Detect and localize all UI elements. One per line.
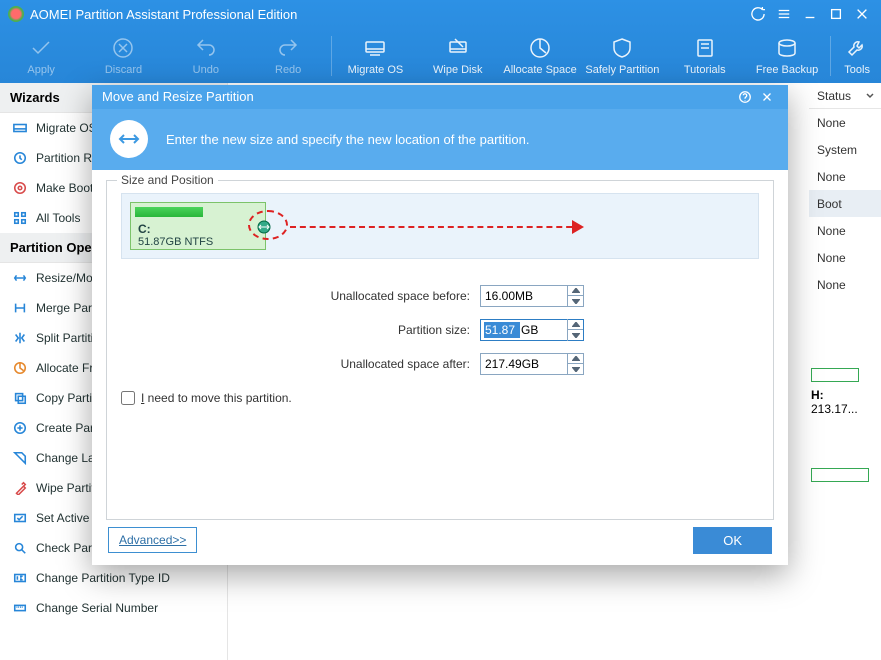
drive-tile[interactable]: H: 213.17...: [811, 368, 869, 416]
fieldset-legend: Size and Position: [117, 173, 218, 187]
grid-icon: [12, 210, 28, 226]
move-partition-checkbox[interactable]: [121, 391, 135, 405]
input-space-after[interactable]: [481, 354, 561, 374]
free-backup-button[interactable]: Free Backup: [746, 32, 828, 76]
resize-icon: [12, 270, 28, 286]
tools-button[interactable]: Tools: [833, 32, 881, 76]
sidebar-item-type-id[interactable]: Change Partition Type ID: [0, 563, 227, 593]
status-row[interactable]: None: [809, 109, 881, 136]
status-row[interactable]: None: [809, 163, 881, 190]
search-icon: [12, 540, 28, 556]
refresh-icon[interactable]: [747, 3, 769, 25]
dialog-titlebar: Move and Resize Partition: [92, 85, 788, 109]
drive-size: 213.17...: [811, 402, 869, 416]
partition-letter: C:: [138, 222, 213, 236]
label-partition-size: Partition size:: [200, 323, 470, 337]
drive-bar-empty: [811, 468, 869, 482]
id-icon: [12, 570, 28, 586]
safely-partition-button[interactable]: Safely Partition: [581, 32, 663, 76]
main-toolbar: Apply Discard Undo Redo Migrate OS Wipe …: [0, 28, 881, 83]
dialog-banner-text: Enter the new size and specify the new l…: [166, 132, 530, 147]
resize-partition-dialog: Move and Resize Partition Enter the new …: [92, 85, 788, 565]
menu-icon[interactable]: [773, 3, 795, 25]
drag-handle-icon[interactable]: [255, 218, 273, 236]
copy-icon: [12, 390, 28, 406]
dialog-footer: Advanced>> OK: [92, 524, 788, 565]
chevron-down-icon: [865, 91, 875, 101]
dialog-banner: Enter the new size and specify the new l…: [92, 109, 788, 170]
label-space-before: Unallocated space before:: [200, 289, 470, 303]
resize-banner-icon: [110, 120, 148, 158]
tutorials-button[interactable]: Tutorials: [664, 32, 746, 76]
title-bar: AOMEI Partition Assistant Professional E…: [0, 0, 881, 28]
create-icon: [12, 420, 28, 436]
status-row[interactable]: Boot: [809, 190, 881, 217]
drive-usage-bar: [811, 368, 859, 382]
help-icon[interactable]: [734, 86, 756, 108]
wipe-disk-button[interactable]: Wipe Disk: [417, 32, 499, 76]
input-space-before[interactable]: [481, 286, 561, 306]
dialog-close-icon[interactable]: [756, 86, 778, 108]
input-space-before-wrap: [480, 285, 584, 307]
partition-used-bar: [135, 207, 203, 217]
label-icon: [12, 450, 28, 466]
move-partition-label: II need to move this partition. need to …: [141, 391, 292, 405]
sidebar-item-serial[interactable]: Change Serial Number: [0, 593, 227, 623]
input-partition-size[interactable]: [481, 320, 521, 340]
spin-up-icon[interactable]: [567, 353, 583, 365]
minimize-icon[interactable]: [799, 3, 821, 25]
input-space-after-wrap: [480, 353, 584, 375]
input-partition-size-wrap: GB: [480, 319, 584, 341]
wipe-icon: [12, 480, 28, 496]
spin-up-icon[interactable]: [567, 319, 583, 331]
status-row[interactable]: None: [809, 244, 881, 271]
drive-icon: [12, 120, 28, 136]
allocate-space-button[interactable]: Allocate Space: [499, 32, 581, 76]
status-list: None System None Boot None None None: [809, 109, 881, 298]
app-title: AOMEI Partition Assistant Professional E…: [30, 7, 743, 22]
partition-info: 51.87GB NTFS: [138, 236, 213, 248]
redo-button[interactable]: Redo: [247, 32, 329, 76]
status-row[interactable]: System: [809, 136, 881, 163]
spin-down-icon[interactable]: [567, 330, 583, 341]
status-row[interactable]: None: [809, 217, 881, 244]
status-column-header[interactable]: Status: [809, 83, 881, 109]
spin-down-icon[interactable]: [567, 364, 583, 375]
size-position-group: Size and Position C: 51.87GB NTFS Unallo…: [106, 180, 774, 520]
status-row[interactable]: None: [809, 271, 881, 298]
drive-letter: H:: [811, 388, 869, 402]
partition-label-group: C: 51.87GB NTFS: [138, 222, 213, 248]
advanced-button[interactable]: Advanced>>: [108, 527, 197, 553]
migrate-os-button[interactable]: Migrate OS: [334, 32, 416, 76]
spin-up-icon[interactable]: [567, 285, 583, 297]
maximize-icon[interactable]: [825, 3, 847, 25]
apply-button[interactable]: Apply: [0, 32, 82, 76]
discard-button[interactable]: Discard: [82, 32, 164, 76]
merge-icon: [12, 300, 28, 316]
close-icon[interactable]: [851, 3, 873, 25]
split-icon: [12, 330, 28, 346]
allocate-icon: [12, 360, 28, 376]
bootable-icon: [12, 180, 28, 196]
partition-visual[interactable]: C: 51.87GB NTFS: [121, 193, 759, 259]
drag-arrow-annotation: [290, 223, 582, 231]
recovery-icon: [12, 150, 28, 166]
dialog-title: Move and Resize Partition: [102, 89, 734, 104]
active-icon: [12, 510, 28, 526]
ok-button[interactable]: OK: [693, 527, 772, 554]
app-logo-icon: [8, 6, 24, 22]
spin-down-icon[interactable]: [567, 296, 583, 307]
undo-button[interactable]: Undo: [165, 32, 247, 76]
label-space-after: Unallocated space after:: [200, 357, 470, 371]
serial-icon: [12, 600, 28, 616]
